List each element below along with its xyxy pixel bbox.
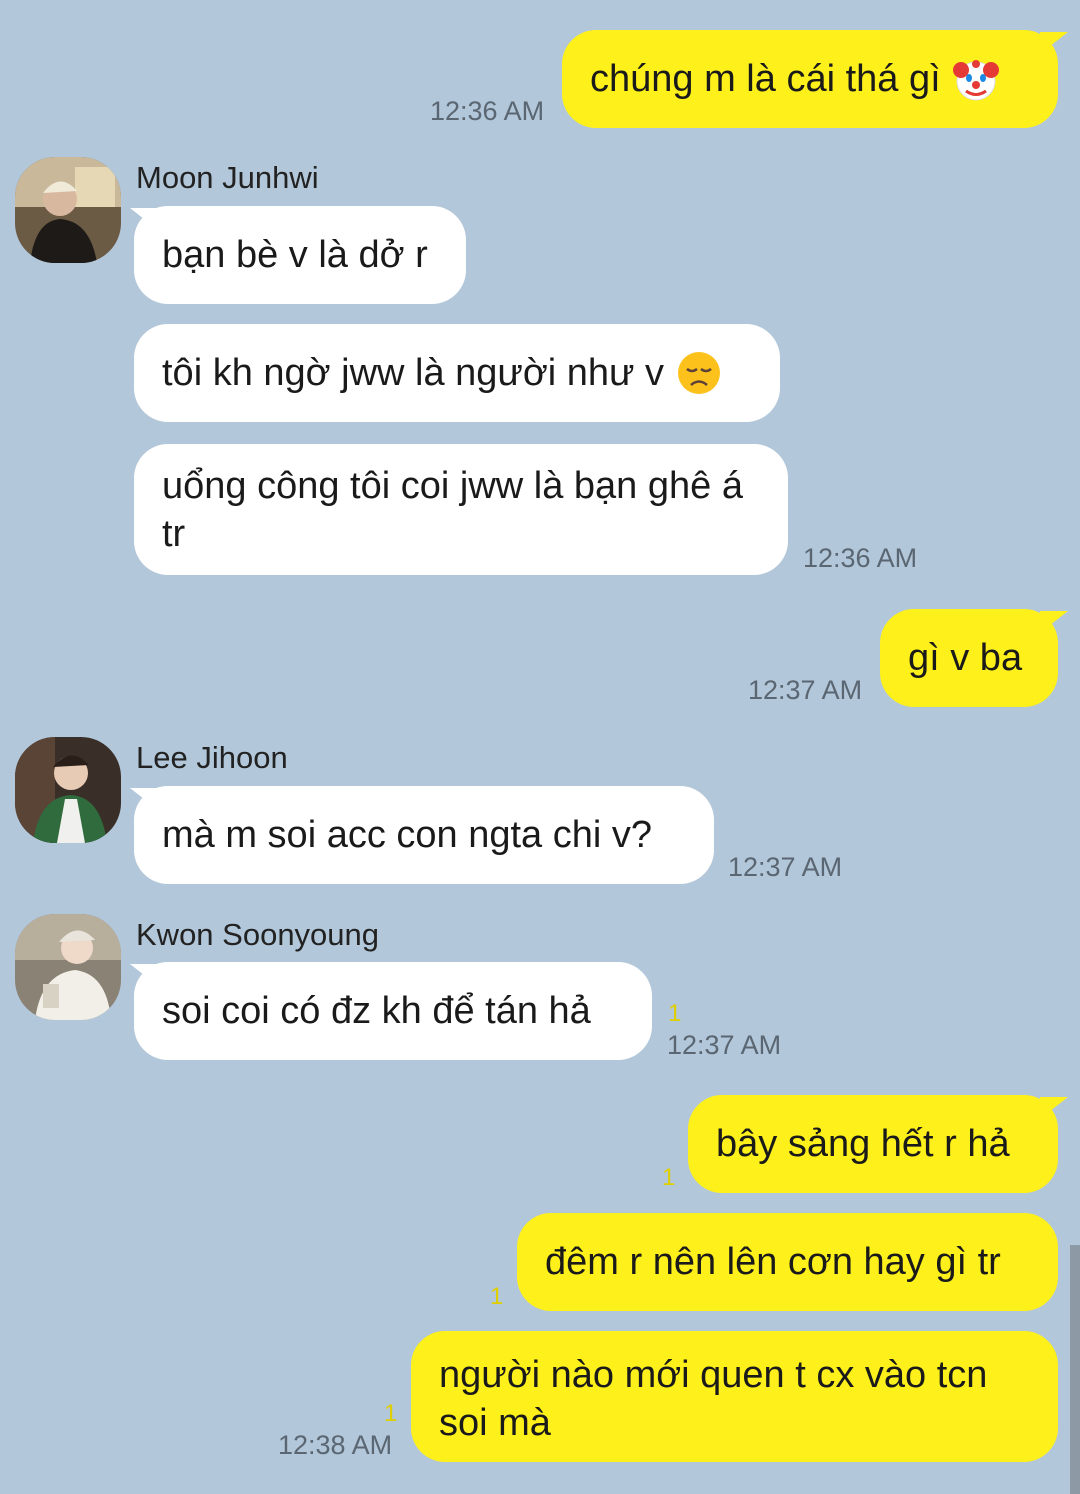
message-text: uổng công tôi coi jww là bạn ghê á tr <box>162 465 743 555</box>
message-bubble-mine[interactable]: gì v ba <box>880 609 1058 707</box>
message-text: bây sảng hết r hả <box>716 1123 1010 1165</box>
sender-name: Moon Junhwi <box>136 160 319 195</box>
message-bubble-mine[interactable]: người nào mới quen t cx vào tcn soi mà <box>411 1331 1058 1462</box>
message-time: 12:37 AM <box>748 675 863 705</box>
unread-count: 1 <box>668 1000 682 1027</box>
avatar-kwon-soonyoung[interactable] <box>15 914 121 1020</box>
avatar-lee-jihoon[interactable] <box>15 737 121 843</box>
message-bubble-received[interactable]: uổng công tôi coi jww là bạn ghê á tr <box>134 444 788 575</box>
message-time: 12:36 AM <box>803 543 918 573</box>
bubble-tail <box>130 964 158 986</box>
message-text: mà m soi acc con ngta chi v? <box>162 814 652 856</box>
avatar-photo <box>15 157 121 263</box>
sender-name: Lee Jihoon <box>136 740 288 775</box>
message-bubble-mine[interactable]: chúng m là cái thá gì <box>562 30 1058 128</box>
bubble-tail <box>1040 611 1068 633</box>
message-time: 12:37 AM <box>728 852 843 882</box>
bubble-tail <box>1040 32 1068 54</box>
message-bubble-mine[interactable]: đêm r nên lên cơn hay gì tr <box>517 1213 1058 1311</box>
unread-count: 1 <box>490 1283 504 1310</box>
message-text: chúng m là cái thá gì <box>590 58 941 100</box>
message-bubble-received[interactable]: soi coi có đz kh để tán hả <box>134 962 652 1060</box>
avatar-photo <box>15 737 121 843</box>
clown-face-icon <box>952 60 999 101</box>
message-text: người nào mới quen t cx vào tcn soi mà <box>439 1354 988 1444</box>
bubble-tail <box>1040 1097 1068 1119</box>
unread-count: 1 <box>384 1400 398 1427</box>
avatar-moon-junhwi[interactable] <box>15 157 121 263</box>
message-bubble-received[interactable]: bạn bè v là dở r <box>134 206 466 304</box>
message-text: đêm r nên lên cơn hay gì tr <box>545 1241 1001 1283</box>
message-bubble-mine[interactable]: bây sảng hết r hả <box>688 1095 1058 1193</box>
bubble-tail <box>130 788 158 810</box>
avatar-photo <box>15 914 121 1020</box>
message-text: soi coi có đz kh để tán hả <box>162 990 591 1032</box>
bubble-tail <box>130 208 158 230</box>
message-text: gì v ba <box>908 637 1023 679</box>
scrollbar[interactable] <box>1070 1245 1080 1494</box>
message-text: tôi kh ngờ jww là người như v <box>162 352 665 394</box>
message-text: bạn bè v là dở r <box>162 234 428 276</box>
sender-name: Kwon Soonyoung <box>136 917 380 952</box>
message-time: 12:37 AM <box>667 1030 782 1060</box>
unread-count: 1 <box>662 1164 676 1191</box>
message-time: 12:38 AM <box>278 1430 393 1460</box>
message-time: 12:36 AM <box>430 96 545 126</box>
message-bubble-received[interactable]: mà m soi acc con ngta chi v? <box>134 786 714 884</box>
message-bubble-received[interactable]: tôi kh ngờ jww là người như v <box>134 324 780 422</box>
disappointed-face-icon <box>678 352 721 394</box>
